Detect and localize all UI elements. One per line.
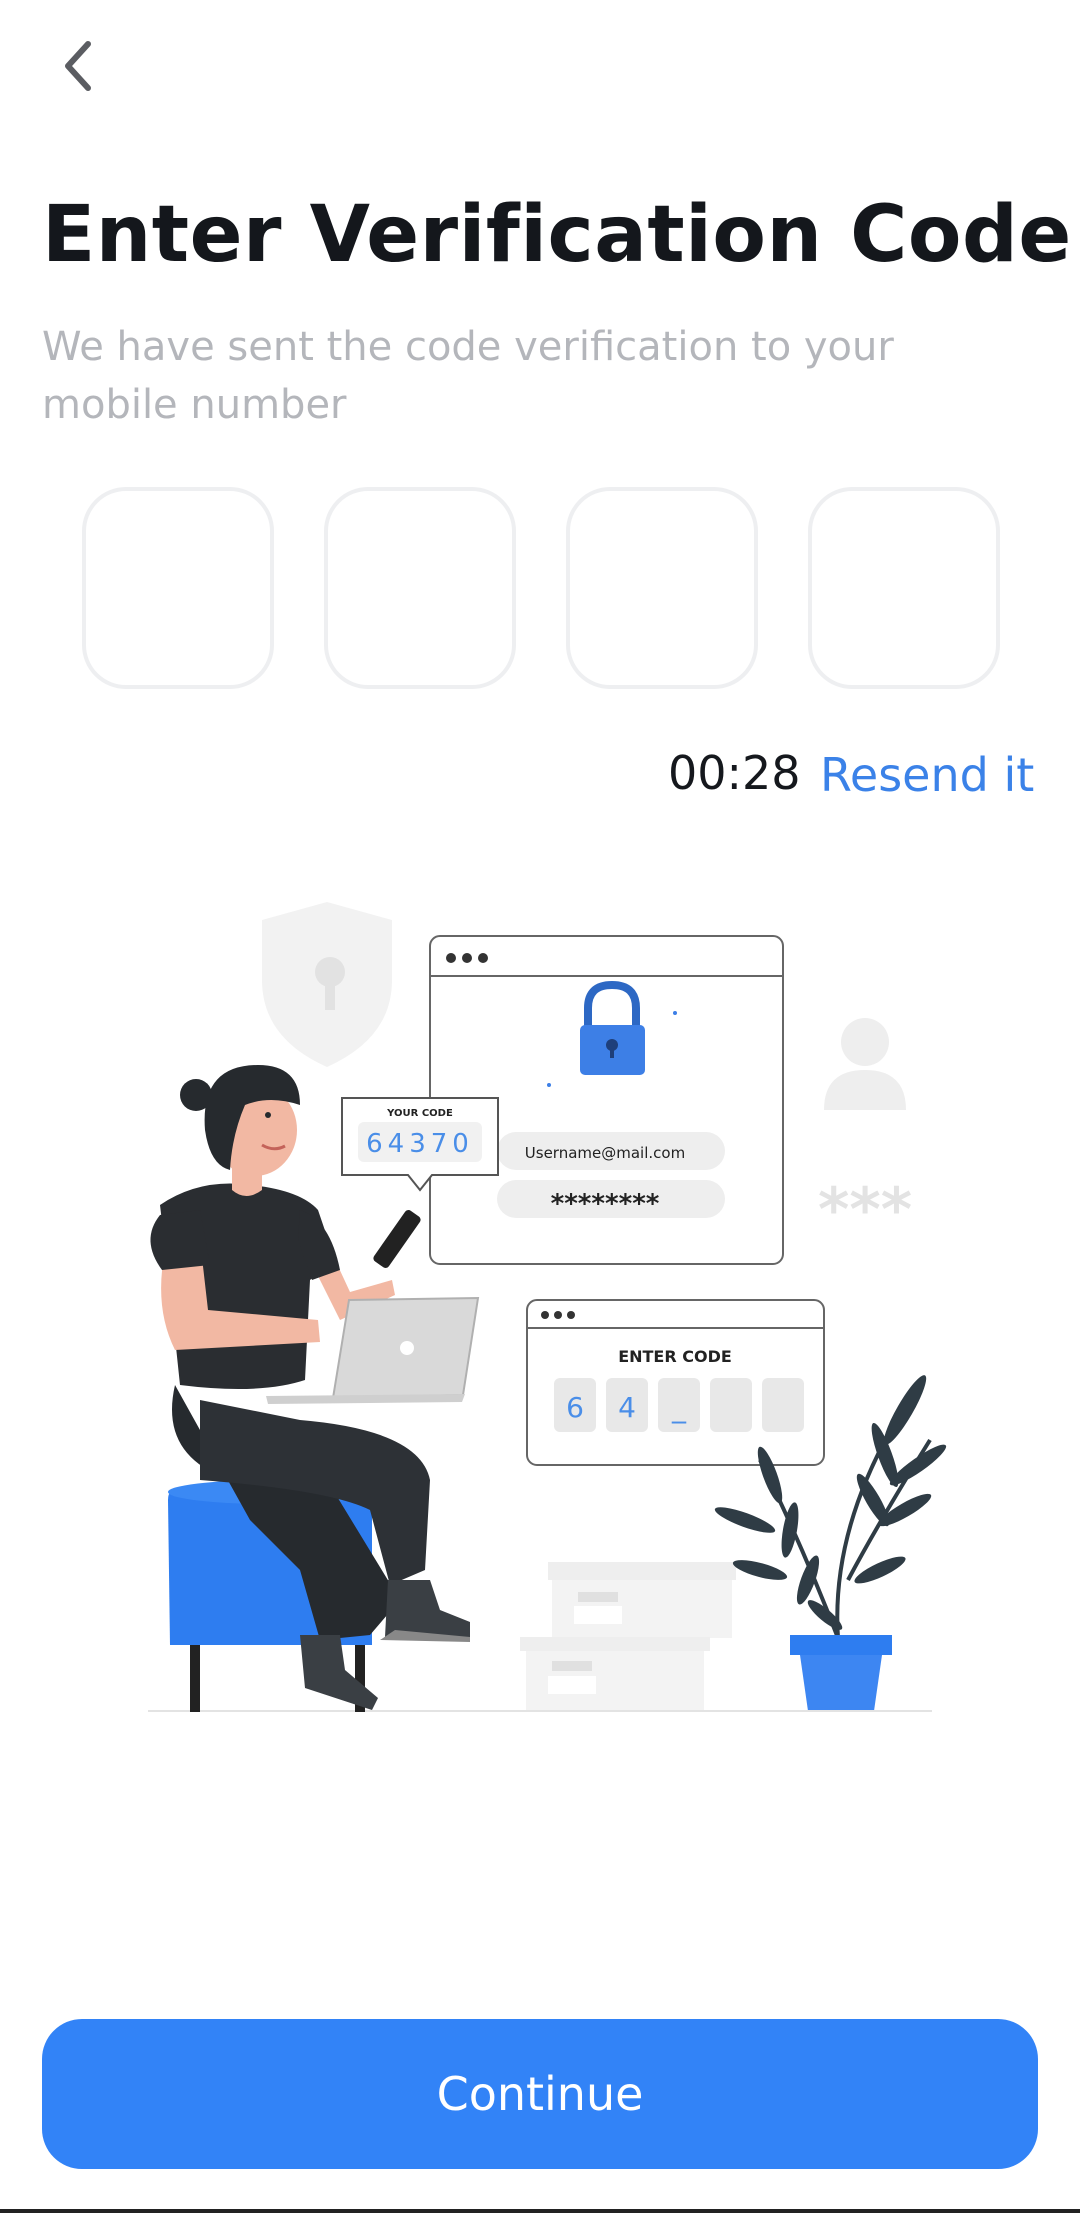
bubble-title: YOUR CODE	[386, 1108, 453, 1119]
otp-digit-2[interactable]	[324, 487, 516, 689]
code-cell: 6	[566, 1391, 584, 1424]
chevron-left-icon	[65, 41, 91, 91]
back-button[interactable]	[48, 36, 108, 96]
verification-illustration: *** Username@mail.com ******** YOUR CODE…	[148, 902, 947, 1712]
resend-link[interactable]: Resend it	[820, 748, 1034, 802]
user-icon	[824, 1018, 906, 1110]
enter-code-window: ENTER CODE 6 4 _	[526, 1299, 825, 1466]
otp-input-group	[82, 487, 1000, 689]
masked-stars: ***	[818, 1175, 912, 1245]
enter-code-title: ENTER CODE	[618, 1347, 732, 1366]
otp-digit-4[interactable]	[808, 487, 1000, 689]
password-field: ********	[551, 1189, 660, 1219]
storage-boxes	[520, 1562, 736, 1711]
countdown-timer: 00:28	[668, 746, 801, 800]
code-cell: _	[671, 1391, 687, 1424]
bubble-code: 64370	[366, 1129, 474, 1159]
subtitle: We have sent the code verification to yo…	[42, 324, 894, 428]
continue-button[interactable]: Continue	[42, 2019, 1038, 2169]
bottom-edge-line	[0, 2209, 1080, 2213]
otp-digit-3[interactable]	[566, 487, 758, 689]
shield-icon	[262, 902, 392, 1067]
page-title: Enter Verification Code	[42, 190, 1072, 280]
otp-digit-1[interactable]	[82, 487, 274, 689]
code-cell: 4	[618, 1391, 636, 1424]
username-field: Username@mail.com	[525, 1144, 685, 1162]
